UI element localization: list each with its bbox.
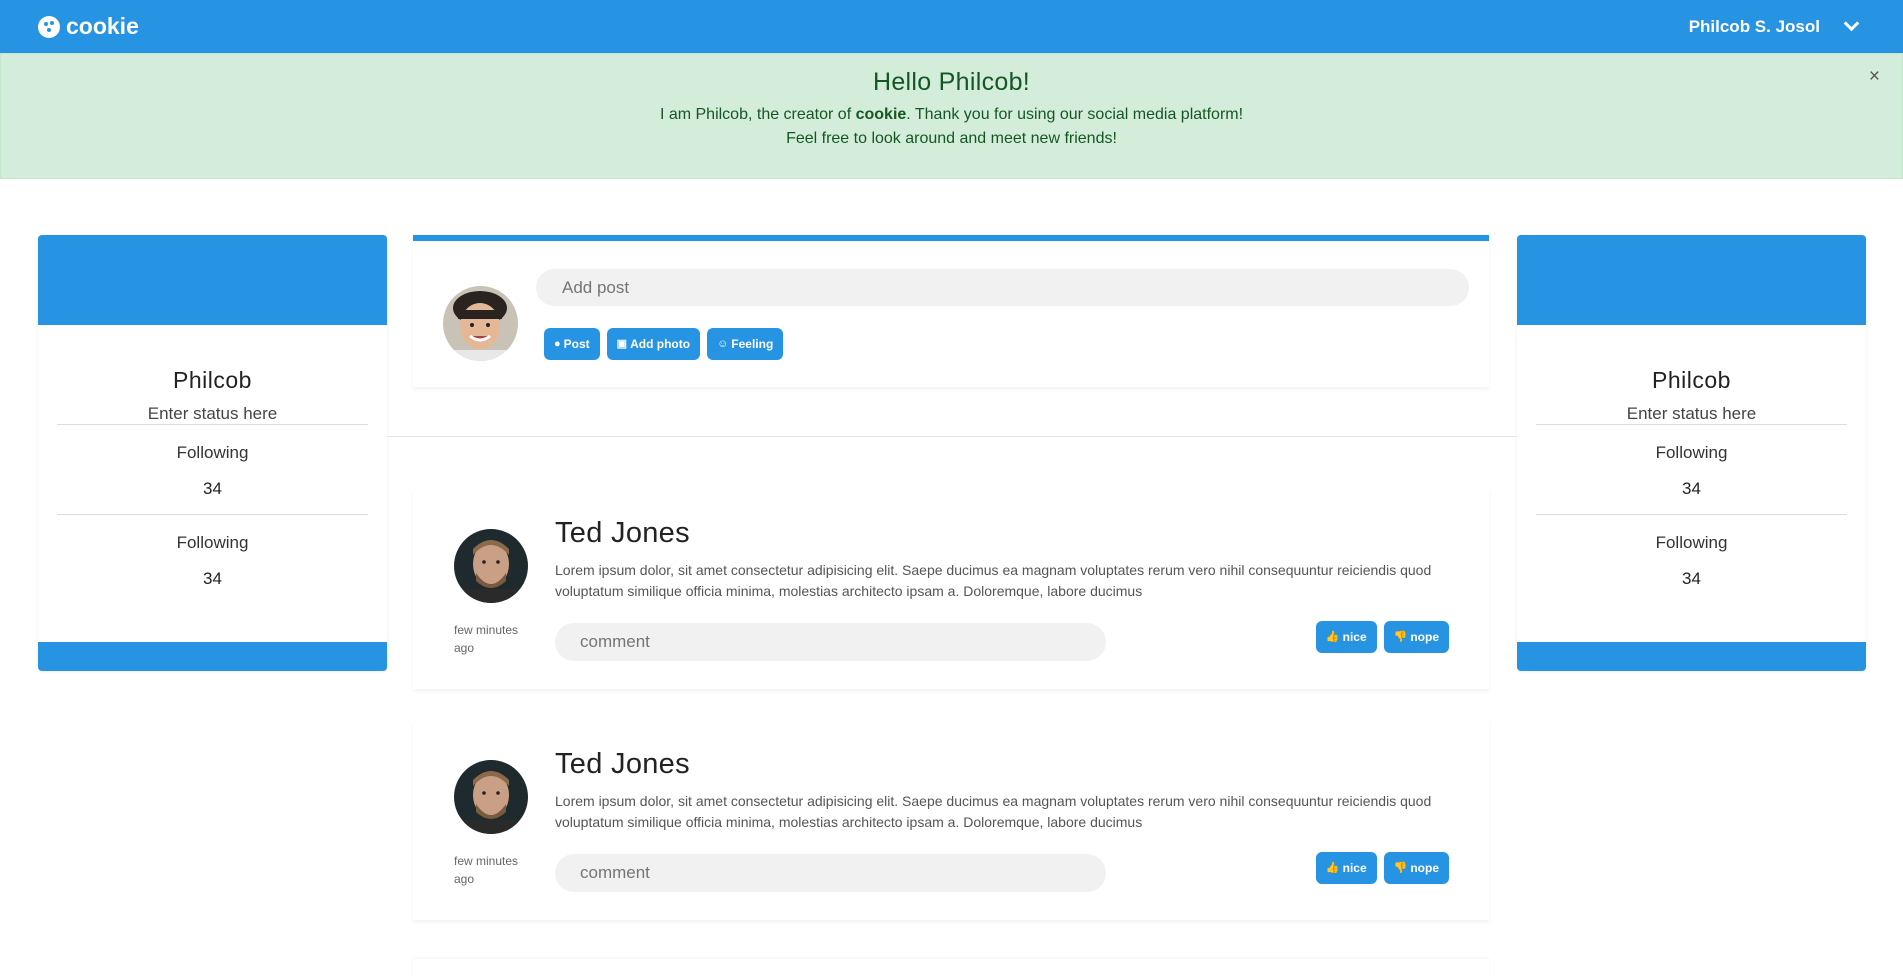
add-post-input[interactable] xyxy=(536,269,1469,306)
close-icon[interactable]: × xyxy=(1869,66,1880,88)
add-photo-button-label: Add photo xyxy=(630,337,691,351)
profile-card-left: Philcob Enter status here Following 34 F… xyxy=(38,235,387,671)
user-avatar[interactable] xyxy=(443,286,518,361)
author-avatar[interactable] xyxy=(454,529,528,603)
nice-button-label: nice xyxy=(1342,630,1367,644)
profile-card-footer xyxy=(38,642,387,671)
stat-value: 34 xyxy=(203,569,222,588)
post-author[interactable]: Ted Jones xyxy=(555,517,690,550)
post-card: Ted Jones Lorem ipsum dolor, sit amet co… xyxy=(413,720,1489,920)
profile-status[interactable]: Enter status here xyxy=(38,404,387,424)
brand-name: cookie xyxy=(66,13,139,39)
compose-actions: ● Post ▣ Add photo ☺ Feeling xyxy=(544,328,784,360)
author-avatar[interactable] xyxy=(454,760,528,834)
post-timestamp: few minutes ago xyxy=(454,854,519,886)
alert-message-line2: Feel free to look around and meet new fr… xyxy=(786,130,1117,147)
profile-status[interactable]: Enter status here xyxy=(1517,404,1866,424)
nice-button[interactable]: 👍 nice xyxy=(1315,621,1377,653)
post-body: Lorem ipsum dolor, sit amet consectetur … xyxy=(555,562,1432,599)
user-name: Philcob S. Josol xyxy=(1688,16,1820,36)
welcome-alert: Hello Philcob! I am Philcob, the creator… xyxy=(0,53,1903,179)
smile-icon: ☺ xyxy=(717,337,729,350)
post-author[interactable]: Ted Jones xyxy=(555,748,690,781)
cookie-post-icon: ● xyxy=(554,337,561,350)
feed-divider xyxy=(387,436,1517,437)
comment-input[interactable] xyxy=(555,623,1106,661)
cookie-icon xyxy=(38,15,60,38)
stat-value: 34 xyxy=(203,479,222,498)
nope-button-label: nope xyxy=(1410,861,1439,875)
thumbs-up-icon: 👍 xyxy=(1325,630,1340,643)
stat-label: Following xyxy=(176,533,249,552)
chevron-down-icon[interactable] xyxy=(1843,15,1860,32)
thumbs-down-icon: 👎 xyxy=(1393,630,1408,643)
feeling-button-label: Feeling xyxy=(731,337,774,351)
post-timestamp: few minutes ago xyxy=(454,623,519,655)
nope-button[interactable]: 👎 nope xyxy=(1383,852,1449,884)
post-card-partial xyxy=(413,959,1489,979)
post-button[interactable]: ● Post xyxy=(544,328,600,360)
profile-stat: Following 34 xyxy=(1536,424,1847,514)
thumbs-up-icon: 👍 xyxy=(1325,861,1340,874)
feeling-button[interactable]: ☺ Feeling xyxy=(707,328,784,360)
nope-button[interactable]: 👎 nope xyxy=(1383,621,1449,653)
nice-button-label: nice xyxy=(1342,861,1367,875)
thumbs-down-icon: 👎 xyxy=(1393,861,1408,874)
comment-input[interactable] xyxy=(555,854,1106,892)
image-icon: ▣ xyxy=(616,337,628,350)
stat-label: Following xyxy=(176,443,249,462)
alert-title: Hello Philcob! xyxy=(872,68,1031,96)
profile-card-footer xyxy=(1517,642,1866,671)
compose-post-card: ● Post ▣ Add photo ☺ Feeling xyxy=(413,235,1489,387)
post-reactions: 👍 nice 👎 nope xyxy=(1315,852,1449,884)
nice-button[interactable]: 👍 nice xyxy=(1315,852,1377,884)
stat-label: Following xyxy=(1655,443,1728,462)
stat-value: 34 xyxy=(1682,569,1701,588)
profile-stat: Following 34 xyxy=(57,514,368,604)
stat-label: Following xyxy=(1655,533,1728,552)
profile-stat: Following 34 xyxy=(1536,514,1847,604)
user-menu[interactable]: Philcob S. Josol xyxy=(1688,15,1865,37)
alert-message-line1: I am Philcob, the creator of cookie. Tha… xyxy=(659,106,1244,123)
profile-card-header xyxy=(38,235,387,325)
post-reactions: 👍 nice 👎 nope xyxy=(1315,621,1449,653)
profile-card-right: Philcob Enter status here Following 34 F… xyxy=(1517,235,1866,671)
post-button-label: Post xyxy=(563,337,590,351)
alert-brand-name: cookie xyxy=(855,106,907,123)
top-navbar: cookie Philcob S. Josol xyxy=(0,0,1903,53)
profile-name: Philcob xyxy=(1652,367,1731,393)
profile-stat: Following 34 xyxy=(57,424,368,514)
nope-button-label: nope xyxy=(1410,630,1439,644)
profile-name: Philcob xyxy=(173,367,252,393)
post-card: Ted Jones Lorem ipsum dolor, sit amet co… xyxy=(413,489,1489,689)
brand-logo[interactable]: cookie xyxy=(38,13,139,40)
add-photo-button[interactable]: ▣ Add photo xyxy=(606,328,701,360)
profile-card-header xyxy=(1517,235,1866,325)
post-body: Lorem ipsum dolor, sit amet consectetur … xyxy=(555,793,1432,830)
stat-value: 34 xyxy=(1682,479,1701,498)
